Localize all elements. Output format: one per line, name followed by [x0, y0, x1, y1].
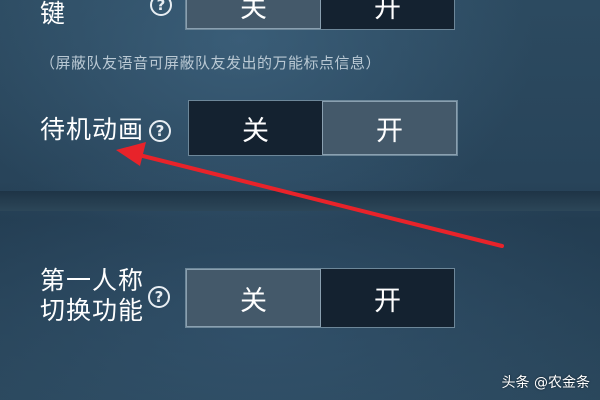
first-person-off[interactable]: 关	[186, 269, 321, 327]
setting-row-first-person: 第一人称 切换功能 ? 关 开	[0, 265, 600, 335]
setting-label-top: 键	[40, 0, 67, 28]
help-icon[interactable]: ?	[150, 0, 172, 16]
watermark: 头条 @农金条	[501, 375, 590, 391]
idle-animation-label: 待机动画	[40, 115, 145, 144]
idle-animation-off[interactable]: 关	[189, 101, 322, 155]
setting-row-top: 键 ? 关 开	[0, 0, 600, 60]
help-icon[interactable]: ?	[149, 120, 171, 142]
idle-animation-on[interactable]: 开	[322, 101, 457, 155]
setting-row-idle-animation: 待机动画 ? 关 开	[0, 100, 600, 160]
help-icon[interactable]: ?	[148, 286, 170, 308]
first-person-toggle: 关 开	[185, 268, 455, 328]
first-person-on[interactable]: 开	[321, 269, 454, 327]
idle-animation-toggle: 关 开	[188, 100, 458, 156]
toggle-top: 关 开	[185, 0, 455, 30]
first-person-label-line1: 第一人称	[40, 266, 145, 295]
toggle-top-on[interactable]: 开	[321, 0, 454, 29]
toggle-top-off[interactable]: 关	[186, 0, 321, 29]
section-divider	[0, 191, 600, 211]
voice-mute-note: （屏蔽队友语音可屏蔽队友发出的万能标点信息）	[40, 54, 382, 72]
first-person-label-line2: 切换功能	[40, 296, 145, 325]
